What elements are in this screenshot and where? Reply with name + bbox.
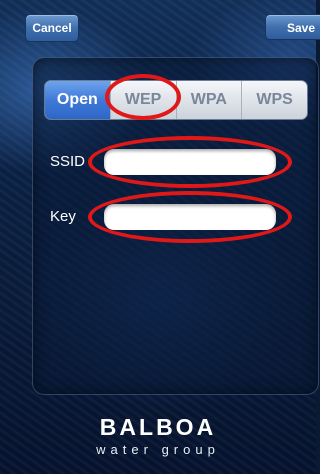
- tab-wps[interactable]: WPS: [241, 81, 307, 119]
- ssid-label: SSID: [50, 153, 86, 170]
- cancel-button[interactable]: Cancel: [25, 14, 79, 42]
- tab-wpa[interactable]: WPA: [175, 81, 242, 119]
- key-highlight-circle: [88, 191, 292, 243]
- wep-highlight-circle: [105, 74, 181, 120]
- balboa-logo: BALBOA water group: [0, 415, 316, 457]
- ssid-highlight-circle: [88, 136, 292, 188]
- tab-open[interactable]: Open: [45, 81, 110, 119]
- logo-tagline: water group: [96, 442, 220, 457]
- logo-name: BALBOA: [99, 414, 217, 440]
- key-label: Key: [50, 208, 76, 225]
- save-button[interactable]: Save: [265, 14, 320, 40]
